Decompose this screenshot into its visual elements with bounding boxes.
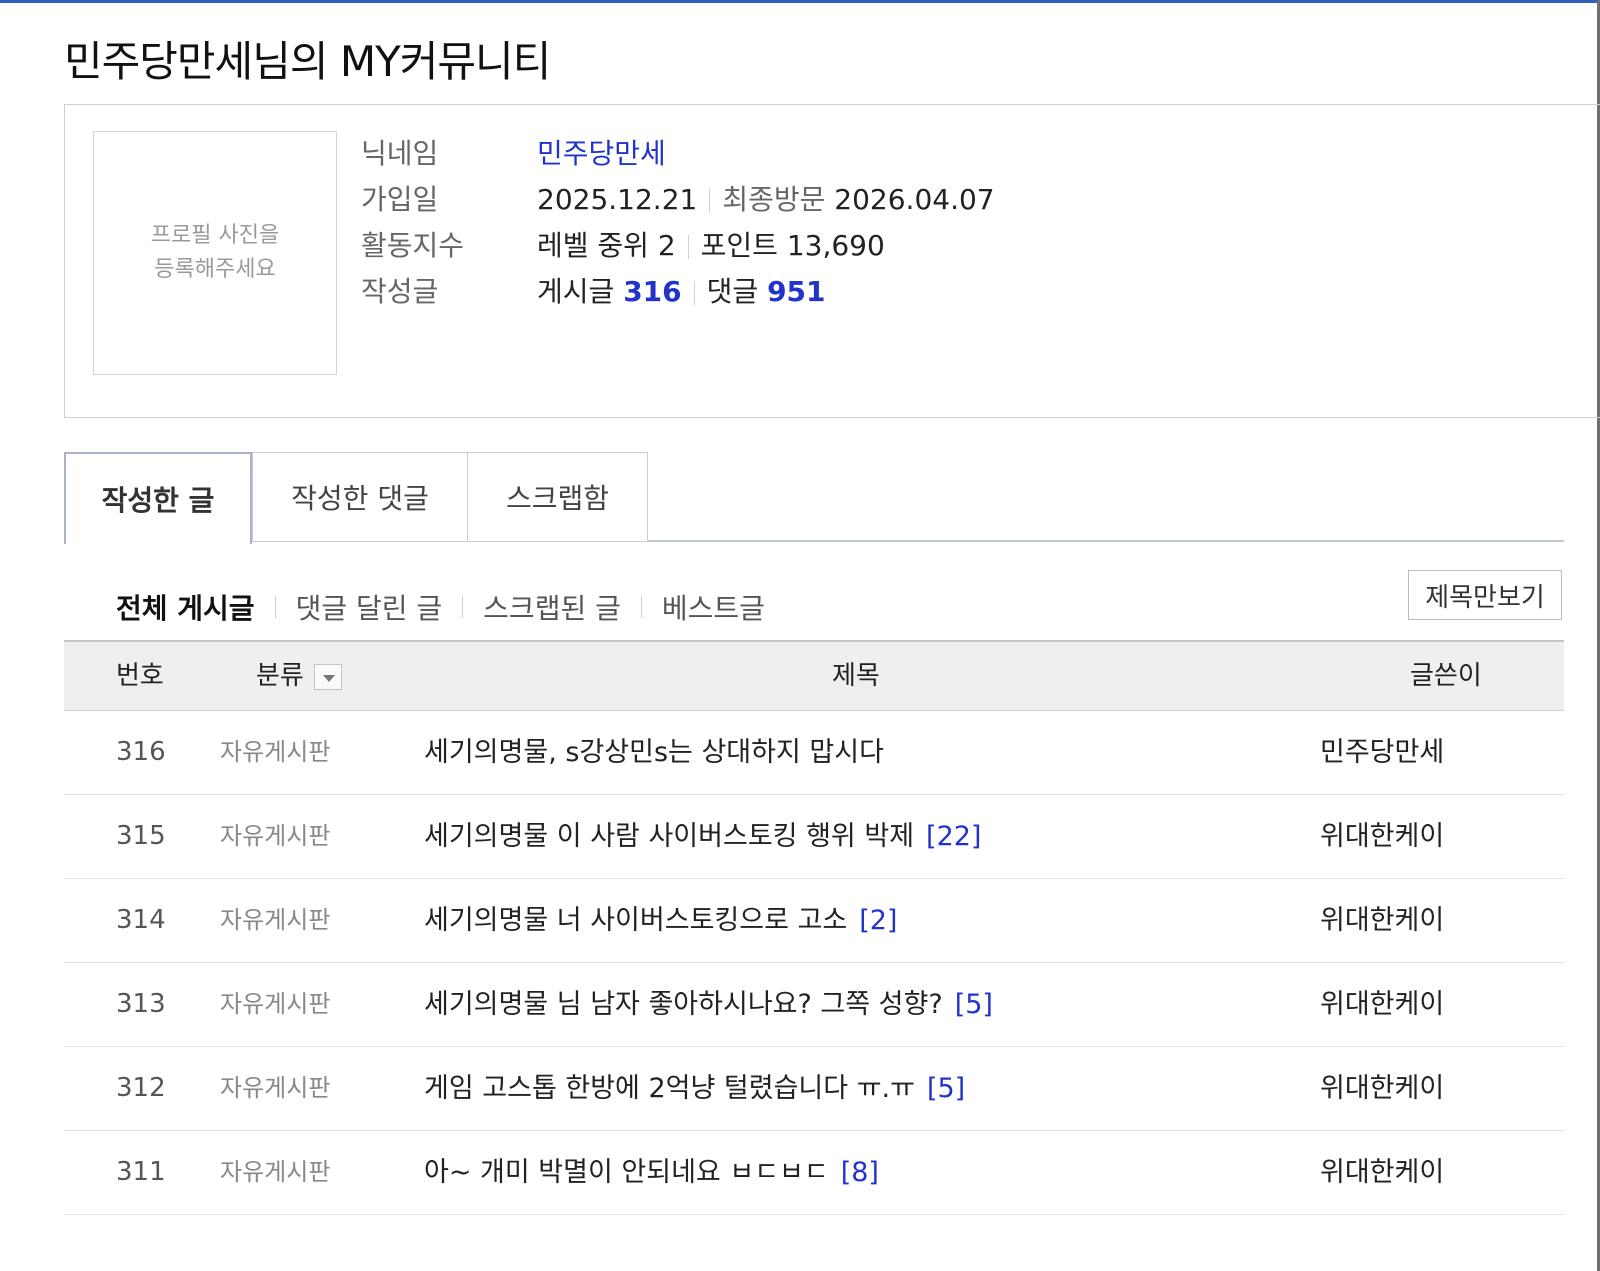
filter-commented-posts[interactable]: 댓글 달린 글 — [296, 587, 443, 627]
post-author[interactable]: 민주당만세 — [1320, 711, 1444, 794]
level-text: 레벨 중위 2 — [537, 229, 676, 262]
header-category-label: 분류 — [256, 661, 304, 691]
photo-placeholder-line2: 등록해주세요 — [154, 257, 276, 282]
post-category[interactable]: 자유게시판 — [220, 963, 330, 1046]
post-title[interactable]: 세기의명물, s강상민s는 상대하지 맙시다 — [424, 737, 884, 768]
top-accent-line — [0, 0, 1600, 3]
filter-best-posts[interactable]: 베스트글 — [662, 587, 765, 627]
post-title-cell: 아~ 개미 박멸이 안되네요 ㅂㄷㅂㄷ [8] — [424, 1131, 879, 1214]
photo-placeholder-line1: 프로필 사진을 — [150, 223, 280, 248]
post-category[interactable]: 자유게시판 — [220, 711, 330, 794]
separator — [462, 596, 464, 618]
joined-value: 2025.12.21 최종방문 2026.04.07 — [537, 177, 995, 223]
separator — [693, 281, 695, 305]
table-row[interactable]: 316 자유게시판 세기의명물, s강상민s는 상대하지 맙시다 민주당만세 — [64, 711, 1564, 795]
comment-count-badge[interactable]: [8] — [841, 1157, 879, 1188]
separator — [640, 596, 642, 618]
tab-written-posts[interactable]: 작성한 글 — [64, 452, 252, 544]
comment-count-label: 댓글 — [706, 275, 759, 308]
post-count[interactable]: 316 — [623, 275, 681, 308]
post-author[interactable]: 위대한케이 — [1320, 1131, 1444, 1214]
post-author[interactable]: 위대한케이 — [1320, 879, 1444, 962]
post-author[interactable]: 위대한케이 — [1320, 963, 1444, 1046]
post-count-label: 게시글 — [537, 275, 615, 308]
last-visit-date: 2026.04.07 — [834, 183, 995, 216]
filter-scrapped-posts[interactable]: 스크랩된 글 — [483, 587, 621, 627]
post-category[interactable]: 자유게시판 — [220, 1047, 330, 1130]
post-title[interactable]: 세기의명물 이 사람 사이버스토킹 행위 박제 — [424, 821, 914, 852]
title-only-button[interactable]: 제목만보기 — [1408, 570, 1562, 620]
post-title-cell: 세기의명물 이 사람 사이버스토킹 행위 박제 [22] — [424, 795, 981, 878]
activity-label: 활동지수 — [361, 229, 465, 262]
tab-scraps[interactable]: 스크랩함 — [467, 452, 648, 542]
post-number: 314 — [116, 905, 166, 935]
joined-label: 가입일 — [361, 183, 439, 216]
post-number: 316 — [116, 737, 166, 767]
category-dropdown-icon[interactable] — [313, 663, 342, 690]
comment-count-badge[interactable]: [5] — [927, 1073, 965, 1104]
table-row[interactable]: 313 자유게시판 세기의명물 님 남자 좋아하시나요? 그쪽 성향? [5] 위… — [64, 963, 1564, 1047]
post-author[interactable]: 위대한케이 — [1320, 795, 1444, 878]
nickname-value[interactable]: 민주당만세 — [537, 131, 666, 177]
post-category[interactable]: 자유게시판 — [220, 1131, 330, 1214]
posts-label: 작성글 — [361, 275, 439, 308]
filter-all-posts[interactable]: 전체 게시글 — [116, 587, 255, 627]
separator — [687, 235, 689, 259]
profile-box: 프로필 사진을 등록해주세요 닉네임 민주당만세 가입일 2025.12.21 최… — [64, 104, 1600, 418]
post-title-cell: 게임 고스톱 한방에 2억냥 털렸습니다 ㅠ.ㅠ [5] — [424, 1047, 965, 1130]
content-tabs: 작성한 글 작성한 댓글 스크랩함 — [64, 452, 1564, 544]
posts-table: 번호 분류 제목 글쓴이 316 자유게시판 세기의명물, s강상민s는 상대하… — [64, 640, 1564, 1215]
header-title: 제목 — [832, 661, 880, 691]
post-number: 312 — [116, 1073, 166, 1103]
separator — [709, 189, 711, 213]
nickname-label: 닉네임 — [361, 137, 439, 170]
joined-date: 2025.12.21 — [537, 183, 698, 216]
post-title[interactable]: 세기의명물 너 사이버스토킹으로 고소 — [424, 905, 847, 936]
points-text: 포인트 13,690 — [700, 229, 885, 262]
activity-value: 레벨 중위 2 포인트 13,690 — [537, 223, 885, 269]
table-row[interactable]: 312 자유게시판 게임 고스톱 한방에 2억냥 털렸습니다 ㅠ.ㅠ [5] 위대… — [64, 1047, 1564, 1131]
header-number: 번호 — [116, 661, 164, 691]
tab-written-comments[interactable]: 작성한 댓글 — [252, 452, 468, 542]
comment-count-badge[interactable]: [22] — [926, 821, 981, 852]
post-author[interactable]: 위대한케이 — [1320, 1047, 1444, 1130]
comment-count-badge[interactable]: [5] — [955, 989, 993, 1020]
post-title[interactable]: 게임 고스톱 한방에 2억냥 털렸습니다 ㅠ.ㅠ — [424, 1073, 915, 1104]
comment-count[interactable]: 951 — [767, 275, 825, 308]
post-title[interactable]: 세기의명물 님 남자 좋아하시나요? 그쪽 성향? — [424, 989, 943, 1020]
page-title: 민주당만세님의 MY커뮤니티 — [64, 37, 551, 86]
table-row[interactable]: 311 자유게시판 아~ 개미 박멸이 안되네요 ㅂㄷㅂㄷ [8] 위대한케이 — [64, 1131, 1564, 1215]
post-title-cell: 세기의명물 님 남자 좋아하시나요? 그쪽 성향? [5] — [424, 963, 993, 1046]
post-title-cell: 세기의명물 너 사이버스토킹으로 고소 [2] — [424, 879, 897, 962]
comment-count-badge[interactable]: [2] — [859, 905, 897, 936]
last-visit-label: 최종방문 — [722, 183, 826, 216]
header-category[interactable]: 분류 — [256, 642, 342, 710]
table-header: 번호 분류 제목 글쓴이 — [64, 640, 1564, 711]
post-number: 315 — [116, 821, 166, 851]
separator — [274, 596, 276, 618]
post-category[interactable]: 자유게시판 — [220, 879, 330, 962]
post-number: 313 — [116, 989, 166, 1019]
posts-value: 게시글 316 댓글 951 — [537, 269, 826, 315]
post-title-cell: 세기의명물, s강상민s는 상대하지 맙시다 — [424, 711, 884, 794]
post-title[interactable]: 아~ 개미 박멸이 안되네요 ㅂㄷㅂㄷ — [424, 1157, 829, 1188]
table-row[interactable]: 315 자유게시판 세기의명물 이 사람 사이버스토킹 행위 박제 [22] 위대… — [64, 795, 1564, 879]
profile-photo-placeholder[interactable]: 프로필 사진을 등록해주세요 — [93, 131, 337, 375]
post-category[interactable]: 자유게시판 — [220, 795, 330, 878]
table-row[interactable]: 314 자유게시판 세기의명물 너 사이버스토킹으로 고소 [2] 위대한케이 — [64, 879, 1564, 963]
post-number: 311 — [116, 1157, 166, 1187]
post-filters: 전체 게시글 댓글 달린 글 스크랩된 글 베스트글 — [116, 582, 765, 632]
header-author: 글쓴이 — [1410, 661, 1482, 691]
